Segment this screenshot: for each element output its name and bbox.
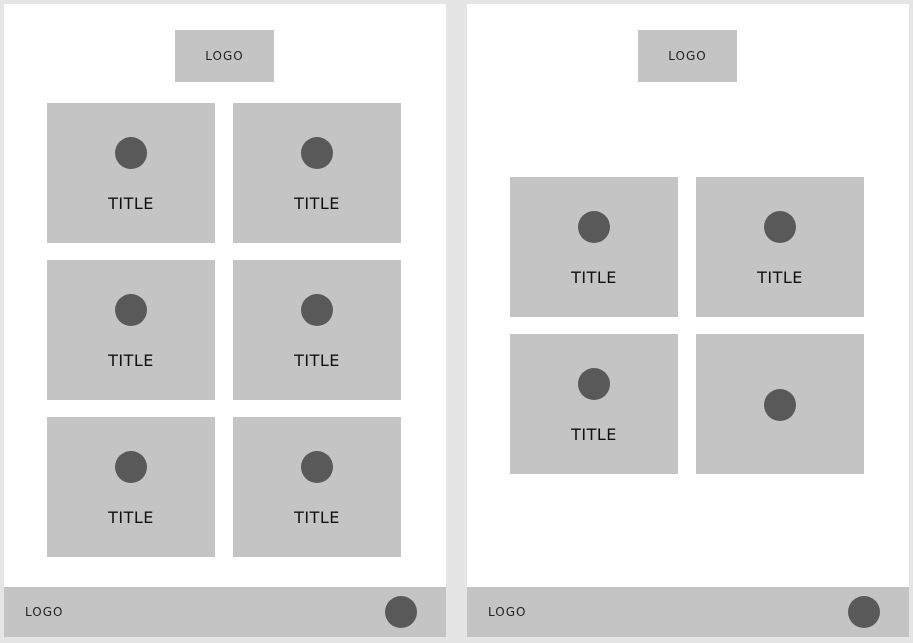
footer-logo[interactable]: LOGO <box>488 587 526 637</box>
footer-logo[interactable]: LOGO <box>25 587 63 637</box>
circle-icon <box>764 389 796 421</box>
grid-card[interactable]: TITLE <box>47 103 215 243</box>
card-title: TITLE <box>108 351 154 370</box>
card-title: TITLE <box>571 268 617 287</box>
screen-left: LOGO TITLE TITLE TITLE TITLE TITLE TITLE… <box>4 4 446 637</box>
grid-card[interactable]: TITLE <box>510 334 678 474</box>
circle-icon <box>301 137 333 169</box>
circle-icon <box>115 294 147 326</box>
circle-icon-button[interactable] <box>848 596 880 628</box>
footer-bar: LOGO <box>467 587 909 637</box>
circle-icon <box>578 211 610 243</box>
circle-icon-button[interactable] <box>385 596 417 628</box>
card-title: TITLE <box>294 194 340 213</box>
footer-bar: LOGO <box>4 587 446 637</box>
screen-right: LOGO TITLE TITLE TITLE LOGO <box>467 4 909 637</box>
grid-card[interactable]: TITLE <box>233 103 401 243</box>
header-logo[interactable]: LOGO <box>175 30 274 82</box>
circle-icon <box>115 451 147 483</box>
circle-icon <box>301 294 333 326</box>
grid-card[interactable]: TITLE <box>233 417 401 557</box>
circle-icon <box>764 211 796 243</box>
card-title: TITLE <box>294 508 340 527</box>
grid-card[interactable]: TITLE <box>233 260 401 400</box>
grid-card[interactable]: TITLE <box>696 177 864 317</box>
circle-icon <box>578 368 610 400</box>
card-title: TITLE <box>108 194 154 213</box>
card-title: TITLE <box>757 268 803 287</box>
card-title: TITLE <box>294 351 340 370</box>
grid-card[interactable]: TITLE <box>47 417 215 557</box>
circle-icon <box>301 451 333 483</box>
header-logo[interactable]: LOGO <box>638 30 737 82</box>
grid-card[interactable]: TITLE <box>47 260 215 400</box>
circle-icon <box>115 137 147 169</box>
card-title: TITLE <box>108 508 154 527</box>
grid-card[interactable]: TITLE <box>510 177 678 317</box>
grid-card[interactable] <box>696 334 864 474</box>
card-title: TITLE <box>571 425 617 444</box>
